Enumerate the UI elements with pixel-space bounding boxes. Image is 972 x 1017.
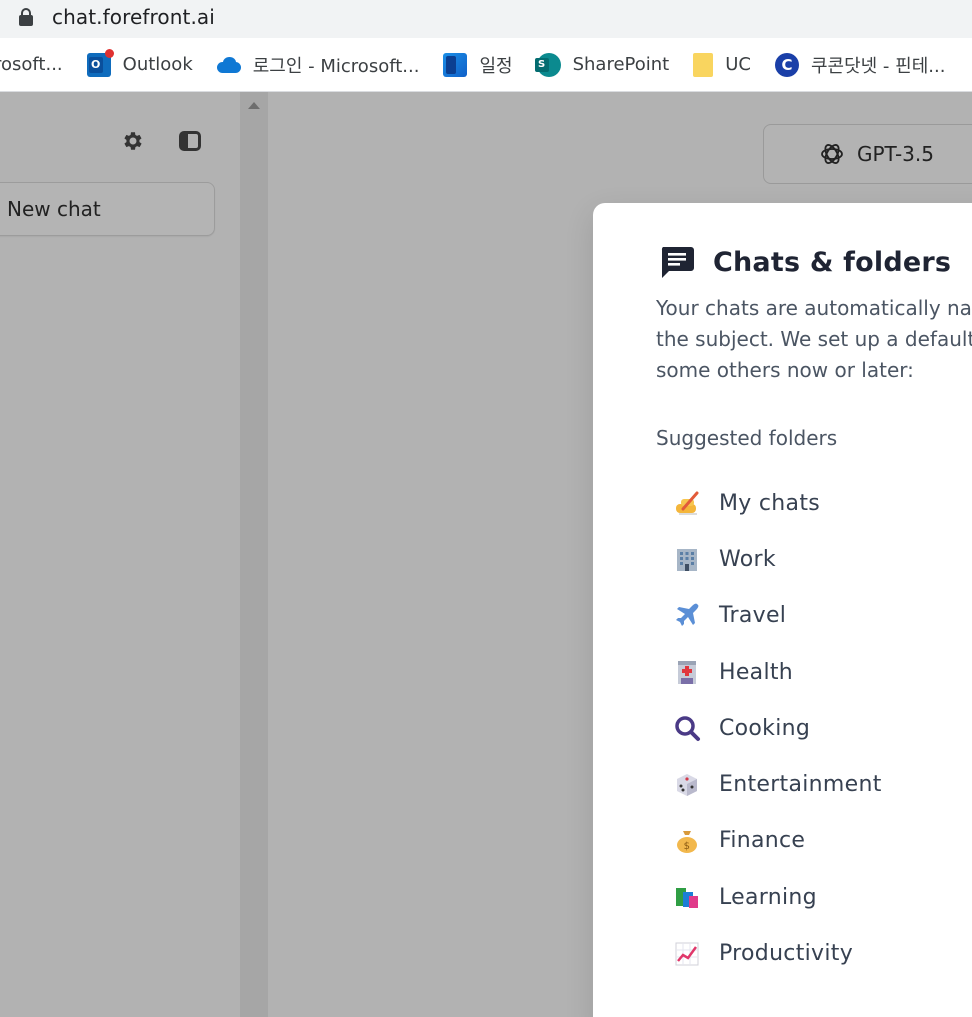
folder-label: Productivity [719, 941, 854, 967]
description-line: some others now or later: [656, 358, 914, 382]
onboarding-modal: Chats & folders Your chats are automatic… [593, 203, 972, 1017]
folder-item-productivity[interactable]: Productivity [673, 925, 882, 981]
bookmark-coocon[interactable]: 쿠콘닷넷 - 핀테... [774, 52, 946, 78]
writing-hand-icon [676, 491, 699, 515]
bookmark-label: 일정 [479, 55, 513, 77]
books-icon [676, 888, 698, 909]
folder-item-learning[interactable]: Learning [673, 869, 882, 925]
folder-item-finance[interactable]: $ Finance [673, 813, 882, 869]
description-line: the subject. We set up a default [656, 327, 972, 351]
lock-icon[interactable] [18, 7, 34, 27]
suggested-folders-list: My chats Work Travel Health Cooking Ente… [673, 475, 882, 982]
bookmark-uc[interactable]: UC [693, 52, 751, 77]
bookmark-microsoft[interactable]: rosoft... [0, 54, 63, 75]
browser-address-bar: chat.forefront.ai [0, 0, 972, 38]
folder-item-health[interactable]: Health [673, 644, 882, 700]
folder-label: My chats [719, 490, 821, 516]
folder-item-cooking[interactable]: Cooking [673, 700, 882, 756]
new-chat-button[interactable]: New chat [0, 182, 215, 236]
bookmark-label: Outlook [122, 54, 193, 75]
description-line: Your chats are automatically nar [656, 296, 972, 320]
bookmark-calendar[interactable]: 일정 [443, 52, 513, 78]
url-text: chat.forefront.ai [52, 5, 215, 29]
openai-icon [821, 144, 843, 164]
sharepoint-icon [534, 52, 561, 77]
bookmark-label: UC [725, 54, 751, 75]
sidebar-toggle-icon[interactable] [179, 131, 201, 151]
model-selector-button[interactable]: GPT-3.5 [763, 124, 972, 184]
folder-item-entertainment[interactable]: Entertainment [673, 756, 882, 812]
calendar-icon [443, 52, 468, 77]
bookmark-label: 로그인 - Microsoft... [252, 55, 420, 77]
bookmarks-bar: rosoft... Outlook 로그인 - Microsoft... 일정 … [0, 38, 972, 92]
folder-label: Health [719, 659, 794, 685]
modal-description: Your chats are automatically nar the sub… [656, 293, 972, 386]
folder-label: Travel [719, 603, 787, 629]
gear-icon[interactable] [121, 129, 145, 153]
folder-item-work[interactable]: Work [673, 531, 882, 587]
money-bag-icon: $ [677, 830, 697, 853]
chat-bubble-icon [661, 247, 694, 278]
hospital-icon [678, 661, 696, 685]
folder-label: Learning [719, 884, 817, 910]
scroll-up-arrow-icon[interactable] [248, 102, 260, 109]
office-building-icon [677, 549, 697, 572]
dice-icon [677, 773, 697, 796]
chart-increasing-icon [675, 942, 699, 966]
modal-header: Chats & folders [659, 245, 951, 279]
folder-icon [693, 52, 714, 77]
model-label: GPT-3.5 [857, 142, 934, 166]
bookmark-label: SharePoint [572, 54, 670, 75]
folder-item-my-chats[interactable]: My chats [673, 475, 882, 531]
svg-text:$: $ [684, 841, 691, 852]
new-chat-label: New chat [7, 197, 101, 221]
folder-label: Finance [719, 828, 806, 854]
coocon-icon [774, 52, 799, 77]
bookmark-login-microsoft[interactable]: 로그인 - Microsoft... [216, 52, 420, 78]
sidebar-scrollbar[interactable] [240, 92, 268, 1017]
bookmark-sharepoint[interactable]: SharePoint [534, 52, 670, 77]
magnifier-icon [675, 716, 700, 742]
folder-label: Work [719, 546, 776, 572]
modal-title: Chats & folders [713, 246, 952, 278]
outlook-icon [86, 48, 114, 77]
airplane-icon [676, 603, 699, 626]
folder-label: Entertainment [719, 772, 882, 798]
bookmark-label: rosoft... [0, 54, 63, 75]
folder-label: Cooking [719, 715, 811, 741]
url-field[interactable]: chat.forefront.ai [0, 0, 972, 34]
folder-item-travel[interactable]: Travel [673, 588, 882, 644]
bookmark-label: 쿠콘닷넷 - 핀테... [810, 55, 946, 77]
onedrive-icon [216, 53, 241, 77]
bookmark-outlook[interactable]: Outlook [86, 48, 193, 77]
suggested-folders-heading: Suggested folders [656, 426, 838, 450]
